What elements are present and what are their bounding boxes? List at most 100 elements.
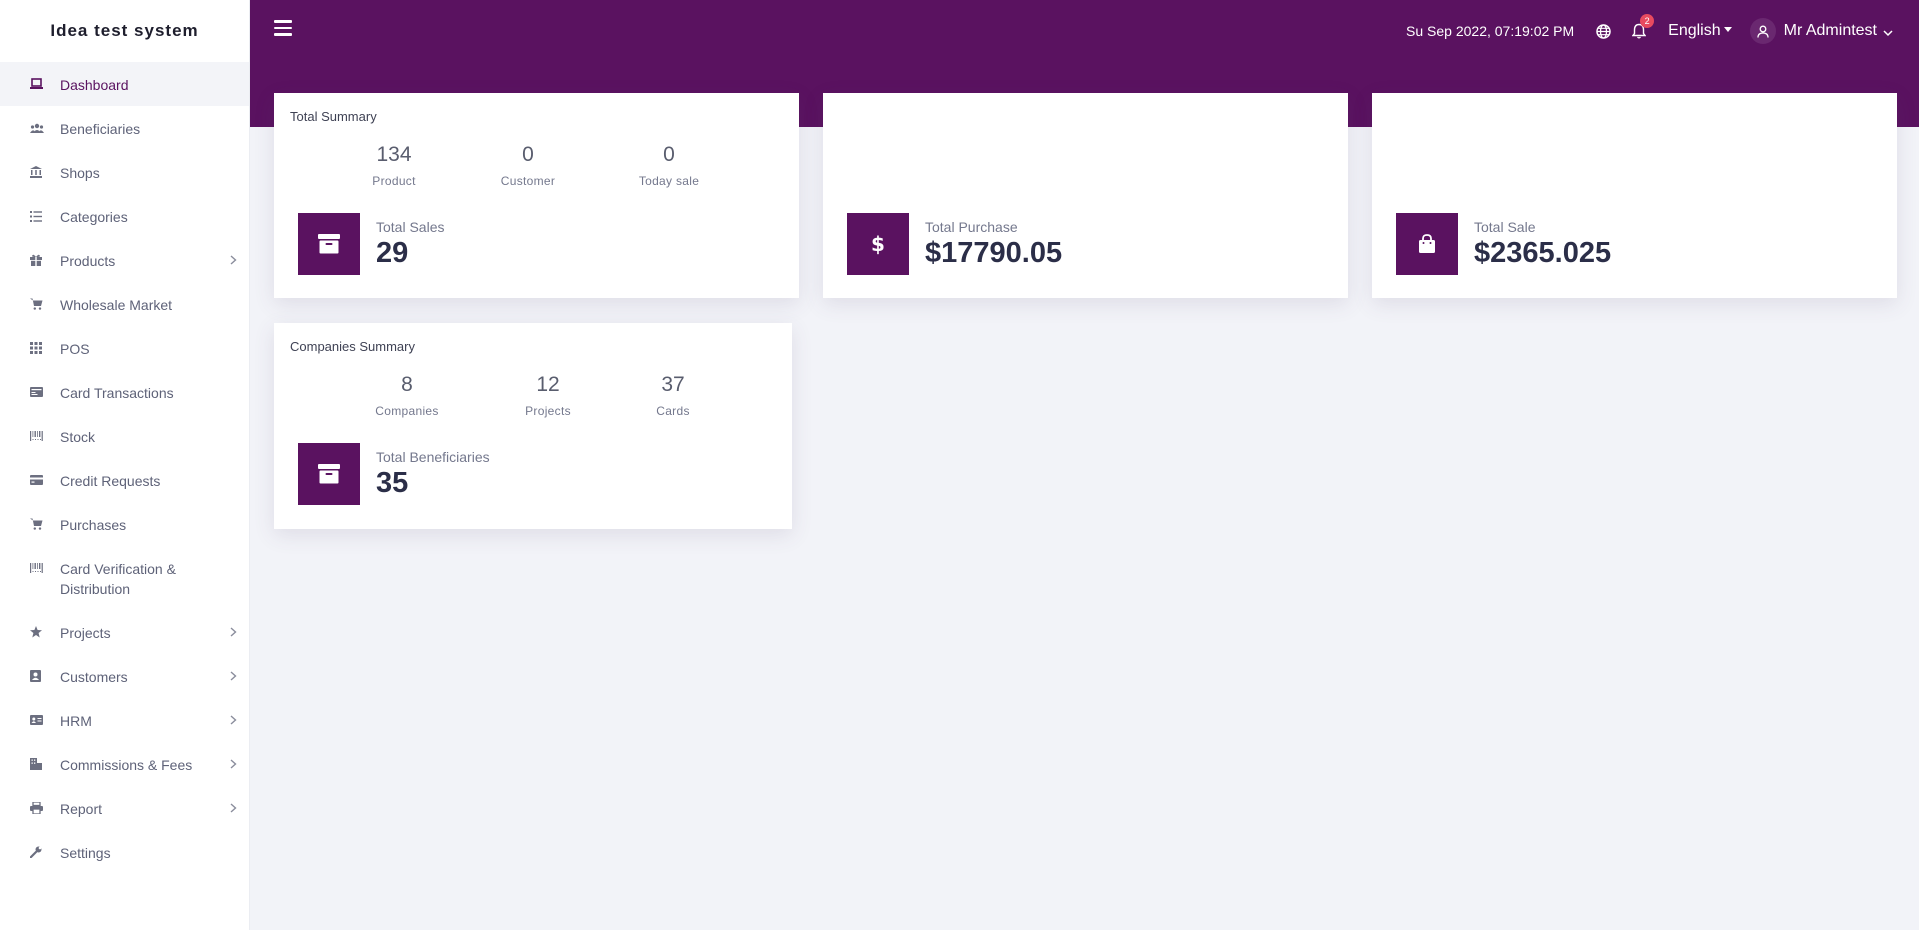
chevron-right-icon (230, 624, 237, 640)
sidebar-item-shops[interactable]: Shops (0, 150, 249, 194)
stat-today-sale: 0 Today sale (609, 143, 729, 188)
notification-badge: 2 (1640, 14, 1655, 28)
sidebar-item-hrm[interactable]: HRM (0, 698, 249, 742)
sidebar-item-label: POS (60, 341, 90, 357)
sidebar-item-label: Dashboard (60, 77, 129, 93)
total-sale-card: Total Sale $2365.025 (1372, 93, 1897, 298)
sidebar-item-wholesale-market[interactable]: Wholesale Market (0, 282, 249, 326)
archive-icon (298, 443, 360, 505)
gift-icon (30, 251, 60, 269)
total-beneficiaries-block: Total Beneficiaries 35 (298, 443, 778, 505)
sidebar-item-label: Stock (60, 429, 96, 445)
sidebar-item-report[interactable]: Report (0, 786, 249, 830)
stat-label: Product (372, 174, 416, 188)
companies-summary-card: Companies Summary 8 Companies 12 Project… (274, 323, 792, 529)
sidebar-item-commissions-fees[interactable]: Commissions & Fees (0, 742, 249, 786)
cart-icon (30, 295, 60, 313)
stat-value: 0 (663, 143, 675, 166)
sidebar-item-projects[interactable]: Projects (0, 610, 249, 654)
sidebar-item-label: Credit Requests (60, 473, 161, 489)
header-actions: Su Sep 2022, 07:19:02 PM 2 English Mr Ad… (1406, 14, 1893, 44)
contact-icon (30, 667, 60, 685)
card-icon (30, 383, 60, 401)
sidebar-item-label: Commissions & Fees (60, 757, 193, 773)
sidebar-item-products[interactable]: Products (0, 238, 249, 282)
stat-customers: 0 Customer (468, 143, 588, 188)
sidebar-item-card-transactions[interactable]: Card Transactions (0, 370, 249, 414)
sidebar-item-stock[interactable]: Stock (0, 414, 249, 458)
building-icon (30, 755, 60, 773)
total-beneficiaries-value: 35 (376, 466, 409, 499)
sidebar-item-label: Card Transactions (60, 385, 174, 401)
archive-icon (298, 213, 360, 275)
sidebar-item-label: Categories (60, 209, 128, 225)
sidebar-item-dashboard[interactable]: Dashboard (0, 62, 249, 106)
sidebar-item-label: Customers (60, 669, 128, 685)
sidebar-item-credit-requests[interactable]: Credit Requests (0, 458, 249, 502)
stat-value: 0 (522, 143, 534, 166)
sidebar-item-label: Shops (60, 165, 100, 181)
stat-label: Companies (375, 404, 439, 418)
sidebar-item-label: Beneficiaries (60, 121, 141, 137)
sidebar-item-card-verification[interactable]: Card Verification & Distribution (0, 546, 249, 610)
user-name: Mr Admintest (1783, 22, 1877, 39)
user-menu[interactable]: Mr Admintest (1749, 18, 1893, 44)
sidebar-item-settings[interactable]: Settings (0, 830, 249, 874)
total-summary-card: Total Summary 134 Product 0 Customer 0 T… (274, 93, 799, 298)
user-avatar-icon (1749, 18, 1776, 44)
sidebar-item-label: Projects (60, 625, 111, 641)
grid-icon (30, 339, 60, 357)
id-card-icon (30, 711, 60, 729)
barcode-icon (30, 427, 60, 445)
users-icon (30, 119, 60, 137)
total-purchase-block: $ Total Purchase $17790.05 (847, 213, 1327, 275)
stat-value: 8 (401, 373, 413, 396)
header-datetime: Su Sep 2022, 07:19:02 PM (1406, 23, 1575, 39)
menu-toggle-icon[interactable] (274, 20, 292, 36)
globe-icon[interactable] (1592, 20, 1614, 42)
total-purchase-card: $ Total Purchase $17790.05 (823, 93, 1348, 298)
chevron-right-icon (230, 712, 237, 728)
star-icon (30, 623, 60, 641)
sidebar-item-label: Card Verification & Distribution (60, 561, 176, 597)
sidebar-item-label: Products (60, 253, 116, 269)
chevron-down-icon (1883, 24, 1893, 42)
stat-projects: 12 Projects (488, 373, 608, 418)
cart-icon (30, 515, 60, 533)
bell-icon[interactable]: 2 (1628, 14, 1655, 42)
sidebar-item-label: HRM (60, 713, 92, 729)
chevron-right-icon (230, 800, 237, 816)
language-dropdown[interactable]: English (1668, 22, 1732, 40)
total-sale-block: Total Sale $2365.025 (1396, 213, 1876, 275)
stat-label: Today sale (638, 174, 700, 188)
print-icon (30, 799, 60, 817)
sidebar-item-customers[interactable]: Customers (0, 654, 249, 698)
stat-label: Customer (500, 174, 556, 188)
dollar-icon: $ (847, 213, 909, 275)
sidebar-item-purchases[interactable]: Purchases (0, 502, 249, 546)
wrench-icon (30, 843, 60, 861)
chevron-right-icon (230, 252, 237, 268)
total-sales-block: Total Sales 29 (298, 213, 778, 275)
stat-value: 134 (376, 143, 412, 166)
total-sales-value: 29 (376, 236, 409, 269)
stat-value: 12 (536, 373, 560, 396)
sidebar-item-categories[interactable]: Categories (0, 194, 249, 238)
sidebar-item-label: Report (60, 801, 103, 817)
sidebar-item-label: Wholesale Market (60, 297, 173, 313)
sidebar-menu: Dashboard Beneficiaries Shops Categories… (0, 62, 249, 874)
total-beneficiaries-label: Total Beneficiaries (376, 448, 490, 465)
stat-label: Cards (656, 404, 690, 418)
barcode-icon (30, 559, 60, 577)
stat-label: Projects (525, 404, 571, 418)
chevron-right-icon (230, 756, 237, 772)
sidebar-item-label: Settings (60, 845, 111, 861)
total-purchase-value: $17790.05 (925, 236, 1063, 269)
sidebar-item-pos[interactable]: POS (0, 326, 249, 370)
list-icon (30, 207, 60, 225)
card-title: Companies Summary (290, 339, 415, 354)
stat-cards: 37 Cards (613, 373, 733, 418)
card-title: Total Summary (290, 109, 377, 124)
total-sales-label: Total Sales (376, 218, 445, 235)
sidebar-item-beneficiaries[interactable]: Beneficiaries (0, 106, 249, 150)
